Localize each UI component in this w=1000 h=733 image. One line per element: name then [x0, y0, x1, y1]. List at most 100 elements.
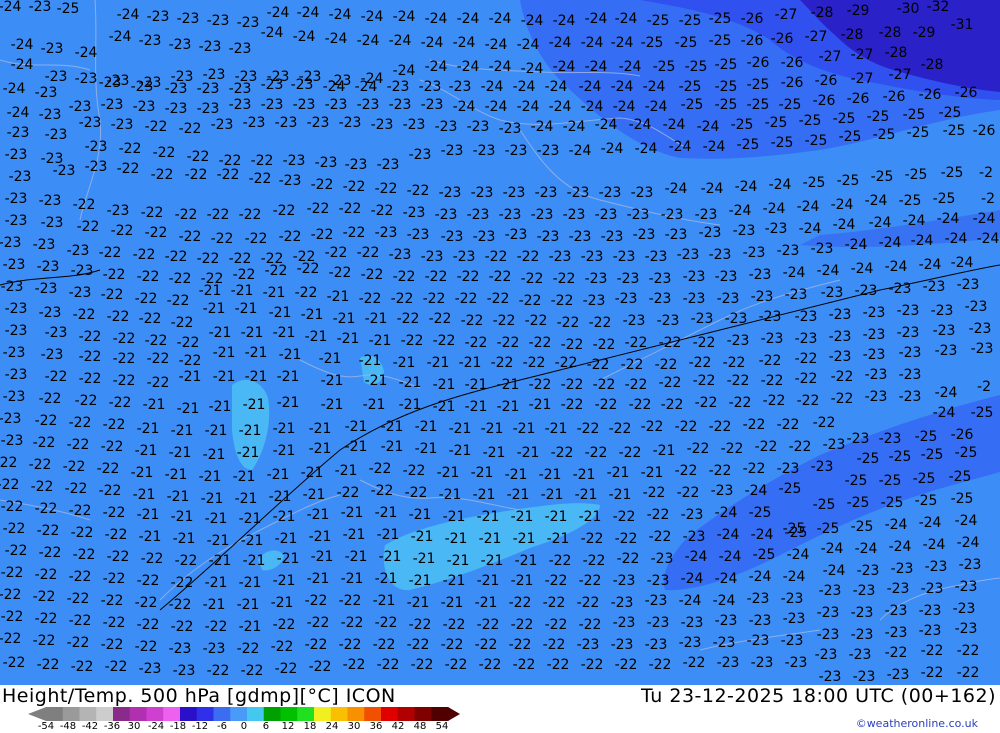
temperature-label: -22	[103, 571, 126, 587]
scale-label: -42	[81, 721, 99, 732]
temperature-label: -25	[779, 97, 802, 113]
temperature-label: -24	[357, 33, 380, 49]
temperature-label: -23	[67, 243, 90, 259]
temperature-label: -23	[795, 309, 818, 325]
temperature-label: -24	[545, 79, 568, 95]
temperature-label: -24	[261, 25, 284, 41]
temperature-label: -23	[403, 117, 426, 133]
temperature-label: -21	[447, 553, 470, 569]
temperature-label: -22	[373, 637, 396, 653]
temperature-label: -23	[665, 227, 688, 243]
temperature-label: -21	[427, 355, 450, 371]
temperature-label: -22	[693, 335, 716, 351]
temperature-label: -22	[101, 593, 124, 609]
temperature-label: -22	[629, 397, 652, 413]
temperature-label: -25	[905, 167, 928, 183]
temperature-label: -24	[937, 211, 960, 227]
temperature-label: -22	[0, 587, 21, 603]
temperature-label: -25	[715, 97, 738, 113]
temperature-label: -22	[583, 553, 606, 569]
temperature-label: -22	[455, 291, 478, 307]
temperature-label: -21	[199, 283, 222, 299]
temperature-label: -23	[389, 97, 412, 113]
temperature-label: -25	[57, 1, 80, 17]
temperature-label: -22	[957, 665, 980, 681]
temperature-label: -22	[3, 655, 26, 671]
temperature-label: -22	[709, 463, 732, 479]
temperature-label: -21	[309, 441, 332, 457]
temperature-label: -22	[343, 225, 366, 241]
temperature-label: -29	[913, 25, 936, 41]
temperature-label: -22	[759, 353, 782, 369]
temperature-label: -22	[111, 223, 134, 239]
temperature-label: -22	[517, 249, 540, 265]
scale-swatch	[180, 707, 198, 721]
temperature-label: -21	[579, 509, 602, 525]
temperature-label: -22	[273, 617, 296, 633]
temperature-label: -23	[41, 215, 64, 231]
temperature-label: -23	[613, 249, 636, 265]
temperature-label: -21	[213, 369, 236, 385]
temperature-label: -23	[139, 661, 162, 677]
temperature-label: -23	[7, 125, 30, 141]
temperature-label: -23	[715, 269, 738, 285]
temperature-label: -22	[547, 657, 570, 673]
temperature-label: -25	[731, 117, 754, 133]
temperature-label: -22	[397, 311, 420, 327]
temperature-label: -21	[201, 491, 224, 507]
temperature-label: -27	[889, 67, 912, 83]
temperature-label: -25	[847, 495, 870, 511]
temperature-label: -24	[361, 9, 384, 25]
temperature-label: -26	[919, 87, 942, 103]
temperature-label: -22	[553, 271, 576, 287]
temperature-label: -24	[425, 11, 448, 27]
temperature-label: -24	[601, 141, 624, 157]
temperature-label: -25	[647, 13, 670, 29]
temperature-label: -22	[113, 331, 136, 347]
temperature-label: -23	[785, 287, 808, 303]
temperature-label: -24	[579, 79, 602, 95]
temperature-label: -23	[421, 97, 444, 113]
temperature-label: -21	[277, 369, 300, 385]
temperature-label: -24	[117, 7, 140, 23]
temperature-label: -22	[557, 315, 580, 331]
temperature-label: -27	[819, 49, 842, 65]
temperature-label: -23	[577, 637, 600, 653]
temperature-label: -23	[649, 271, 672, 287]
temperature-label: -23	[649, 291, 672, 307]
temperature-label: -22	[695, 395, 718, 411]
temperature-label: -24	[585, 11, 608, 27]
temperature-label: -24	[481, 79, 504, 95]
temperature-label: -24	[787, 547, 810, 563]
temperature-label: -22	[429, 311, 452, 327]
temperature-label: -22	[99, 483, 122, 499]
scale-label: -36	[103, 721, 121, 732]
temperature-label: -21	[641, 465, 664, 481]
temperature-label: -23	[441, 229, 464, 245]
temperature-label: -22	[511, 617, 534, 633]
temperature-label: -23	[897, 325, 920, 341]
temperature-label: -21	[653, 443, 676, 459]
temperature-label: -22	[587, 357, 610, 373]
temperature-label: -22	[593, 377, 616, 393]
temperature-label: -22	[177, 335, 200, 351]
temperature-label: -23	[531, 207, 554, 223]
temperature-label: -22	[409, 617, 432, 633]
temperature-label: -23	[863, 305, 886, 321]
temperature-label: -23	[261, 97, 284, 113]
temperature-label: -22	[67, 635, 90, 651]
temperature-label: -22	[73, 547, 96, 563]
temperature-label: -23	[853, 583, 876, 599]
temperature-label: -23	[957, 277, 980, 293]
temperature-label: -21	[309, 421, 332, 437]
temperature-label: -21	[239, 575, 262, 591]
temperature-label: -22	[339, 201, 362, 217]
temperature-label: -2	[979, 165, 993, 181]
scale-label: -48	[59, 721, 77, 732]
temperature-label: -22	[579, 573, 602, 589]
temperature-label: -21	[377, 527, 400, 543]
temperature-label: -25	[681, 97, 704, 113]
temperature-label: -25	[915, 493, 938, 509]
temperature-label: -22	[185, 167, 208, 183]
temperature-label: -25	[921, 447, 944, 463]
